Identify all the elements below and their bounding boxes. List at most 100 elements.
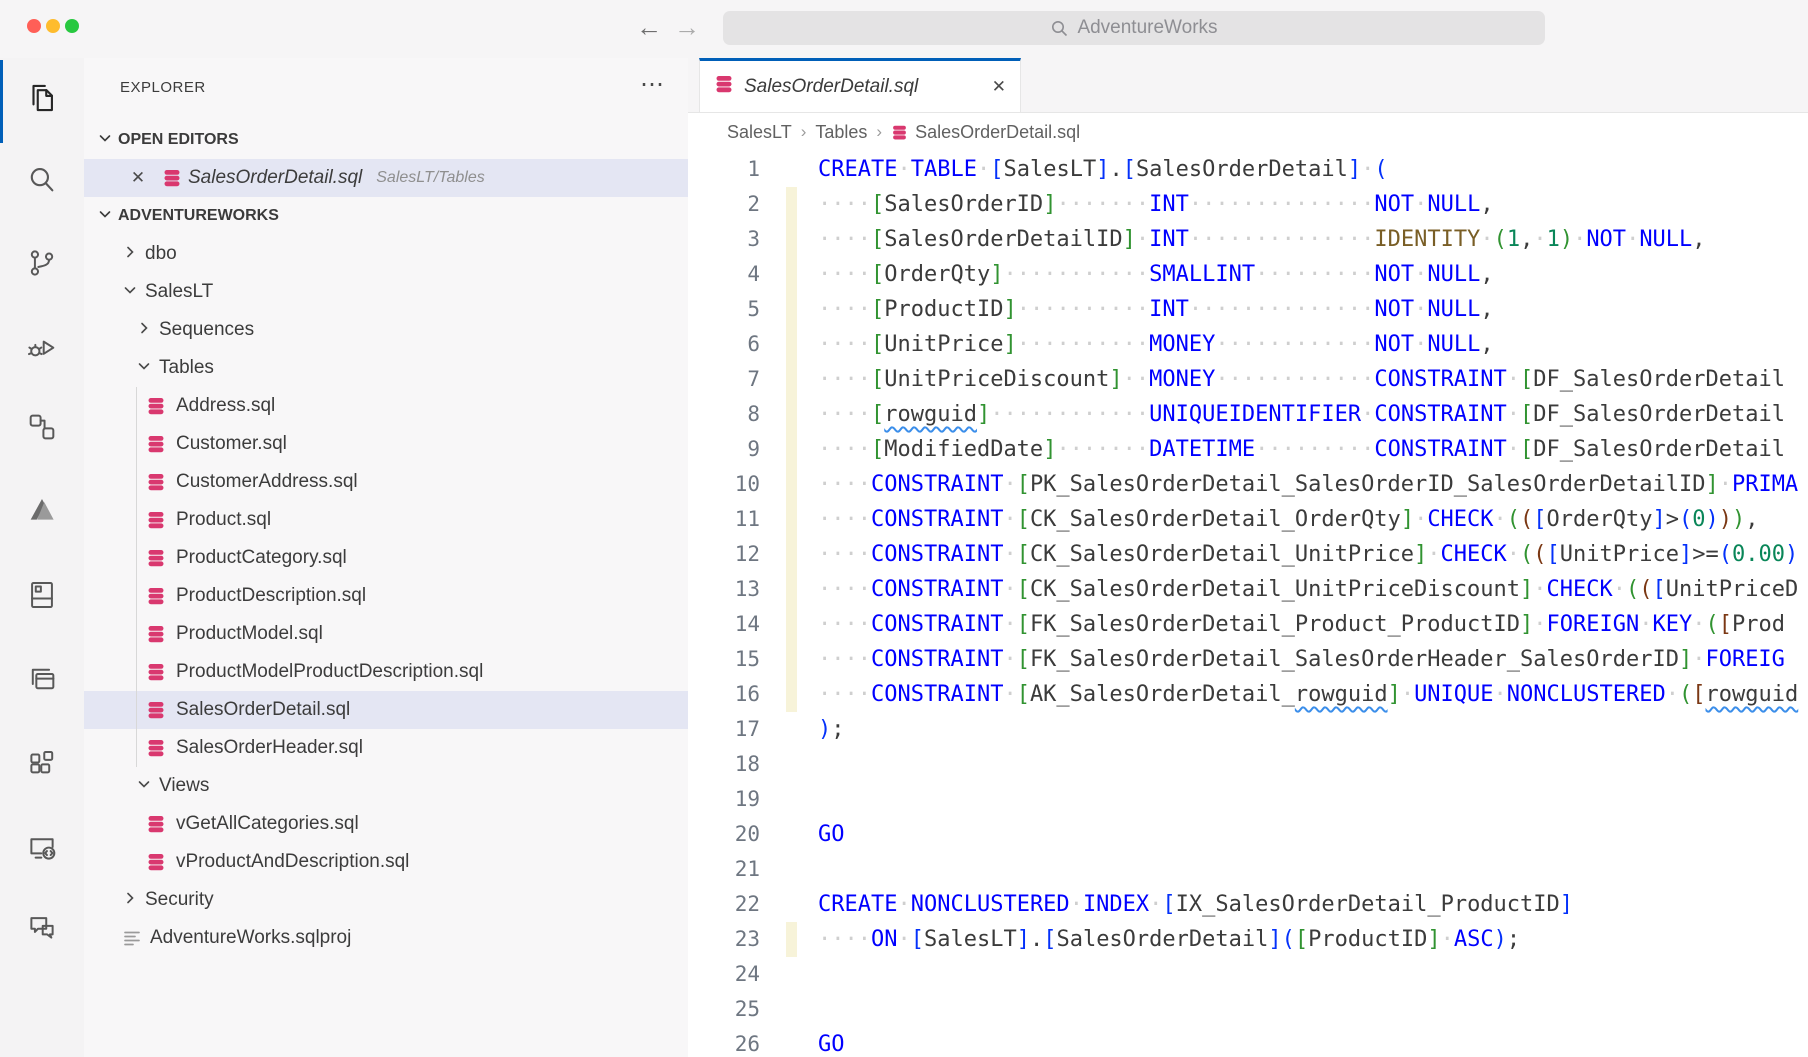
code-line-content (760, 852, 818, 887)
close-editor-button[interactable]: ✕ (128, 168, 148, 188)
chevron-right-icon (122, 890, 138, 911)
tree-item-productdescription-sql[interactable]: ProductDescription.sql (84, 577, 688, 615)
more-actions-button[interactable]: ⋯ (640, 70, 666, 99)
code-line-20[interactable]: 20GO (688, 817, 1808, 852)
code-line-18[interactable]: 18 (688, 747, 1808, 782)
code-editor[interactable]: 1CREATE·TABLE·[SalesLT].[SalesOrderDetai… (688, 152, 1808, 1057)
comments-icon[interactable] (25, 911, 59, 945)
remote-explorer-icon[interactable] (25, 830, 59, 864)
line-number: 4 (688, 257, 760, 292)
minimize-window-button[interactable] (46, 19, 60, 33)
tree-item-salesorderdetail-sql[interactable]: SalesOrderDetail.sql (84, 691, 688, 729)
tree-item-views[interactable]: Views (84, 767, 688, 805)
zoom-window-button[interactable] (65, 19, 79, 33)
code-line-19[interactable]: 19 (688, 782, 1808, 817)
code-line-25[interactable]: 25 (688, 992, 1808, 1027)
code-line-23[interactable]: 23····ON·[SalesLT].[SalesOrderDetail]([P… (688, 922, 1808, 957)
code-line-22[interactable]: 22CREATE·NONCLUSTERED·INDEX·[IX_SalesOrd… (688, 887, 1808, 922)
tree-item-saleslt[interactable]: SalesLT (84, 273, 688, 311)
tree-item-address-sql[interactable]: Address.sql (84, 387, 688, 425)
code-line-3[interactable]: 3····[SalesOrderDetailID]·INT···········… (688, 222, 1808, 257)
tree-item-product-sql[interactable]: Product.sql (84, 501, 688, 539)
line-number: 3 (688, 222, 760, 257)
code-line-content: CREATE·TABLE·[SalesLT].[SalesOrderDetail… (760, 152, 1388, 187)
section-label: ADVENTUREWORKS (118, 207, 279, 225)
code-line-24[interactable]: 24 (688, 957, 1808, 992)
code-line-8[interactable]: 8····[rowguid]············UNIQUEIDENTIFI… (688, 397, 1808, 432)
search-icon[interactable] (25, 163, 59, 197)
code-line-21[interactable]: 21 (688, 852, 1808, 887)
tab-label: SalesOrderDetail.sql (744, 76, 982, 98)
code-line-6[interactable]: 6····[UnitPrice]··········MONEY·········… (688, 327, 1808, 362)
navigate-forward-button[interactable]: → (670, 9, 704, 45)
tree-item-productcategory-sql[interactable]: ProductCategory.sql (84, 539, 688, 577)
code-line-11[interactable]: 11····CONSTRAINT·[CK_SalesOrderDetail_Or… (688, 502, 1808, 537)
code-line-10[interactable]: 10····CONSTRAINT·[PK_SalesOrderDetail_Sa… (688, 467, 1808, 502)
navigate-back-button[interactable]: ← (632, 9, 666, 45)
code-line-content: ····ON·[SalesLT].[SalesOrderDetail]([Pro… (760, 922, 1520, 957)
code-line-26[interactable]: 26GO (688, 1027, 1808, 1057)
tree-item-productmodelproductdescription-sql[interactable]: ProductModelProductDescription.sql (84, 653, 688, 691)
section-adventureworks[interactable]: ADVENTUREWORKS (84, 197, 688, 235)
database-icon (162, 168, 182, 188)
chevron-down-icon (122, 282, 138, 303)
tree-item-label: vGetAllCategories.sql (176, 813, 359, 835)
project-file-icon (122, 928, 142, 948)
breadcrumb-item-salesorderdetail-sql[interactable]: SalesOrderDetail.sql (891, 122, 1080, 143)
tree-item-security[interactable]: Security (84, 881, 688, 919)
code-line-14[interactable]: 14····CONSTRAINT·[FK_SalesOrderDetail_Pr… (688, 607, 1808, 642)
activity-bar (0, 58, 85, 1057)
code-line-content: ····[SalesOrderID]·······INT············… (760, 187, 1494, 222)
tree-item-adventureworks-sqlproj[interactable]: AdventureWorks.sqlproj (84, 919, 688, 957)
tree-item-vproductanddescription-sql[interactable]: vProductAndDescription.sql (84, 843, 688, 881)
tree-item-customer-sql[interactable]: Customer.sql (84, 425, 688, 463)
files-icon[interactable] (25, 81, 59, 115)
database-projects-icon[interactable] (25, 578, 59, 612)
tree-item-label: ProductDescription.sql (176, 585, 366, 607)
code-line-9[interactable]: 9····[ModifiedDate]·······DATETIME······… (688, 432, 1808, 467)
code-line-content: ····CONSTRAINT·[PK_SalesOrderDetail_Sale… (760, 467, 1798, 502)
source-control-icon[interactable] (25, 246, 59, 280)
code-line-5[interactable]: 5····[ProductID]··········INT···········… (688, 292, 1808, 327)
close-window-button[interactable] (27, 19, 41, 33)
tree-item-sequences[interactable]: Sequences (84, 311, 688, 349)
database-icon (891, 124, 908, 141)
code-line-4[interactable]: 4····[OrderQty]···········SMALLINT······… (688, 257, 1808, 292)
line-number: 6 (688, 327, 760, 362)
tree-item-label: Views (159, 775, 209, 797)
breadcrumb-item-saleslt[interactable]: SalesLT (727, 122, 792, 143)
database-icon (146, 510, 166, 530)
code-line-17[interactable]: 17); (688, 712, 1808, 747)
tree-item-label: Sequences (159, 319, 254, 341)
tab-salesorderdetail[interactable]: SalesOrderDetail.sql ✕ (699, 58, 1021, 112)
run-debug-icon[interactable] (25, 330, 59, 364)
tree-item-productmodel-sql[interactable]: ProductModel.sql (84, 615, 688, 653)
line-number: 22 (688, 887, 760, 922)
tree-item-dbo[interactable]: dbo (84, 235, 688, 273)
tree-indent-guide (136, 387, 137, 767)
database-icon (146, 396, 166, 416)
command-center-search[interactable]: AdventureWorks (723, 11, 1545, 45)
close-tab-button[interactable]: ✕ (992, 77, 1006, 97)
tree-item-tables[interactable]: Tables (84, 349, 688, 387)
code-line-content: ····CONSTRAINT·[AK_SalesOrderDetail_rowg… (760, 677, 1798, 712)
code-line-2[interactable]: 2····[SalesOrderID]·······INT···········… (688, 187, 1808, 222)
code-line-15[interactable]: 15····CONSTRAINT·[FK_SalesOrderDetail_Sa… (688, 642, 1808, 677)
code-line-13[interactable]: 13····CONSTRAINT·[CK_SalesOrderDetail_Un… (688, 572, 1808, 607)
connections-icon[interactable] (25, 410, 59, 444)
code-line-1[interactable]: 1CREATE·TABLE·[SalesLT].[SalesOrderDetai… (688, 152, 1808, 187)
tree-item-salesorderheader-sql[interactable]: SalesOrderHeader.sql (84, 729, 688, 767)
tree-item-customeraddress-sql[interactable]: CustomerAddress.sql (84, 463, 688, 501)
extensions-icon[interactable] (25, 746, 59, 780)
code-line-7[interactable]: 7····[UnitPriceDiscount]··MONEY·········… (688, 362, 1808, 397)
open-editor-item[interactable]: ✕ SalesOrderDetail.sql SalesLT/Tables (84, 159, 688, 197)
code-line-12[interactable]: 12····CONSTRAINT·[CK_SalesOrderDetail_Un… (688, 537, 1808, 572)
line-number: 11 (688, 502, 760, 537)
section-label: OPEN EDITORS (118, 131, 239, 149)
windows-icon[interactable] (25, 662, 59, 696)
breadcrumb-item-tables[interactable]: Tables (815, 122, 867, 143)
section-open-editors[interactable]: OPEN EDITORS (84, 121, 688, 159)
azure-icon[interactable] (25, 493, 59, 527)
tree-item-vgetallcategories-sql[interactable]: vGetAllCategories.sql (84, 805, 688, 843)
code-line-16[interactable]: 16····CONSTRAINT·[AK_SalesOrderDetail_ro… (688, 677, 1808, 712)
